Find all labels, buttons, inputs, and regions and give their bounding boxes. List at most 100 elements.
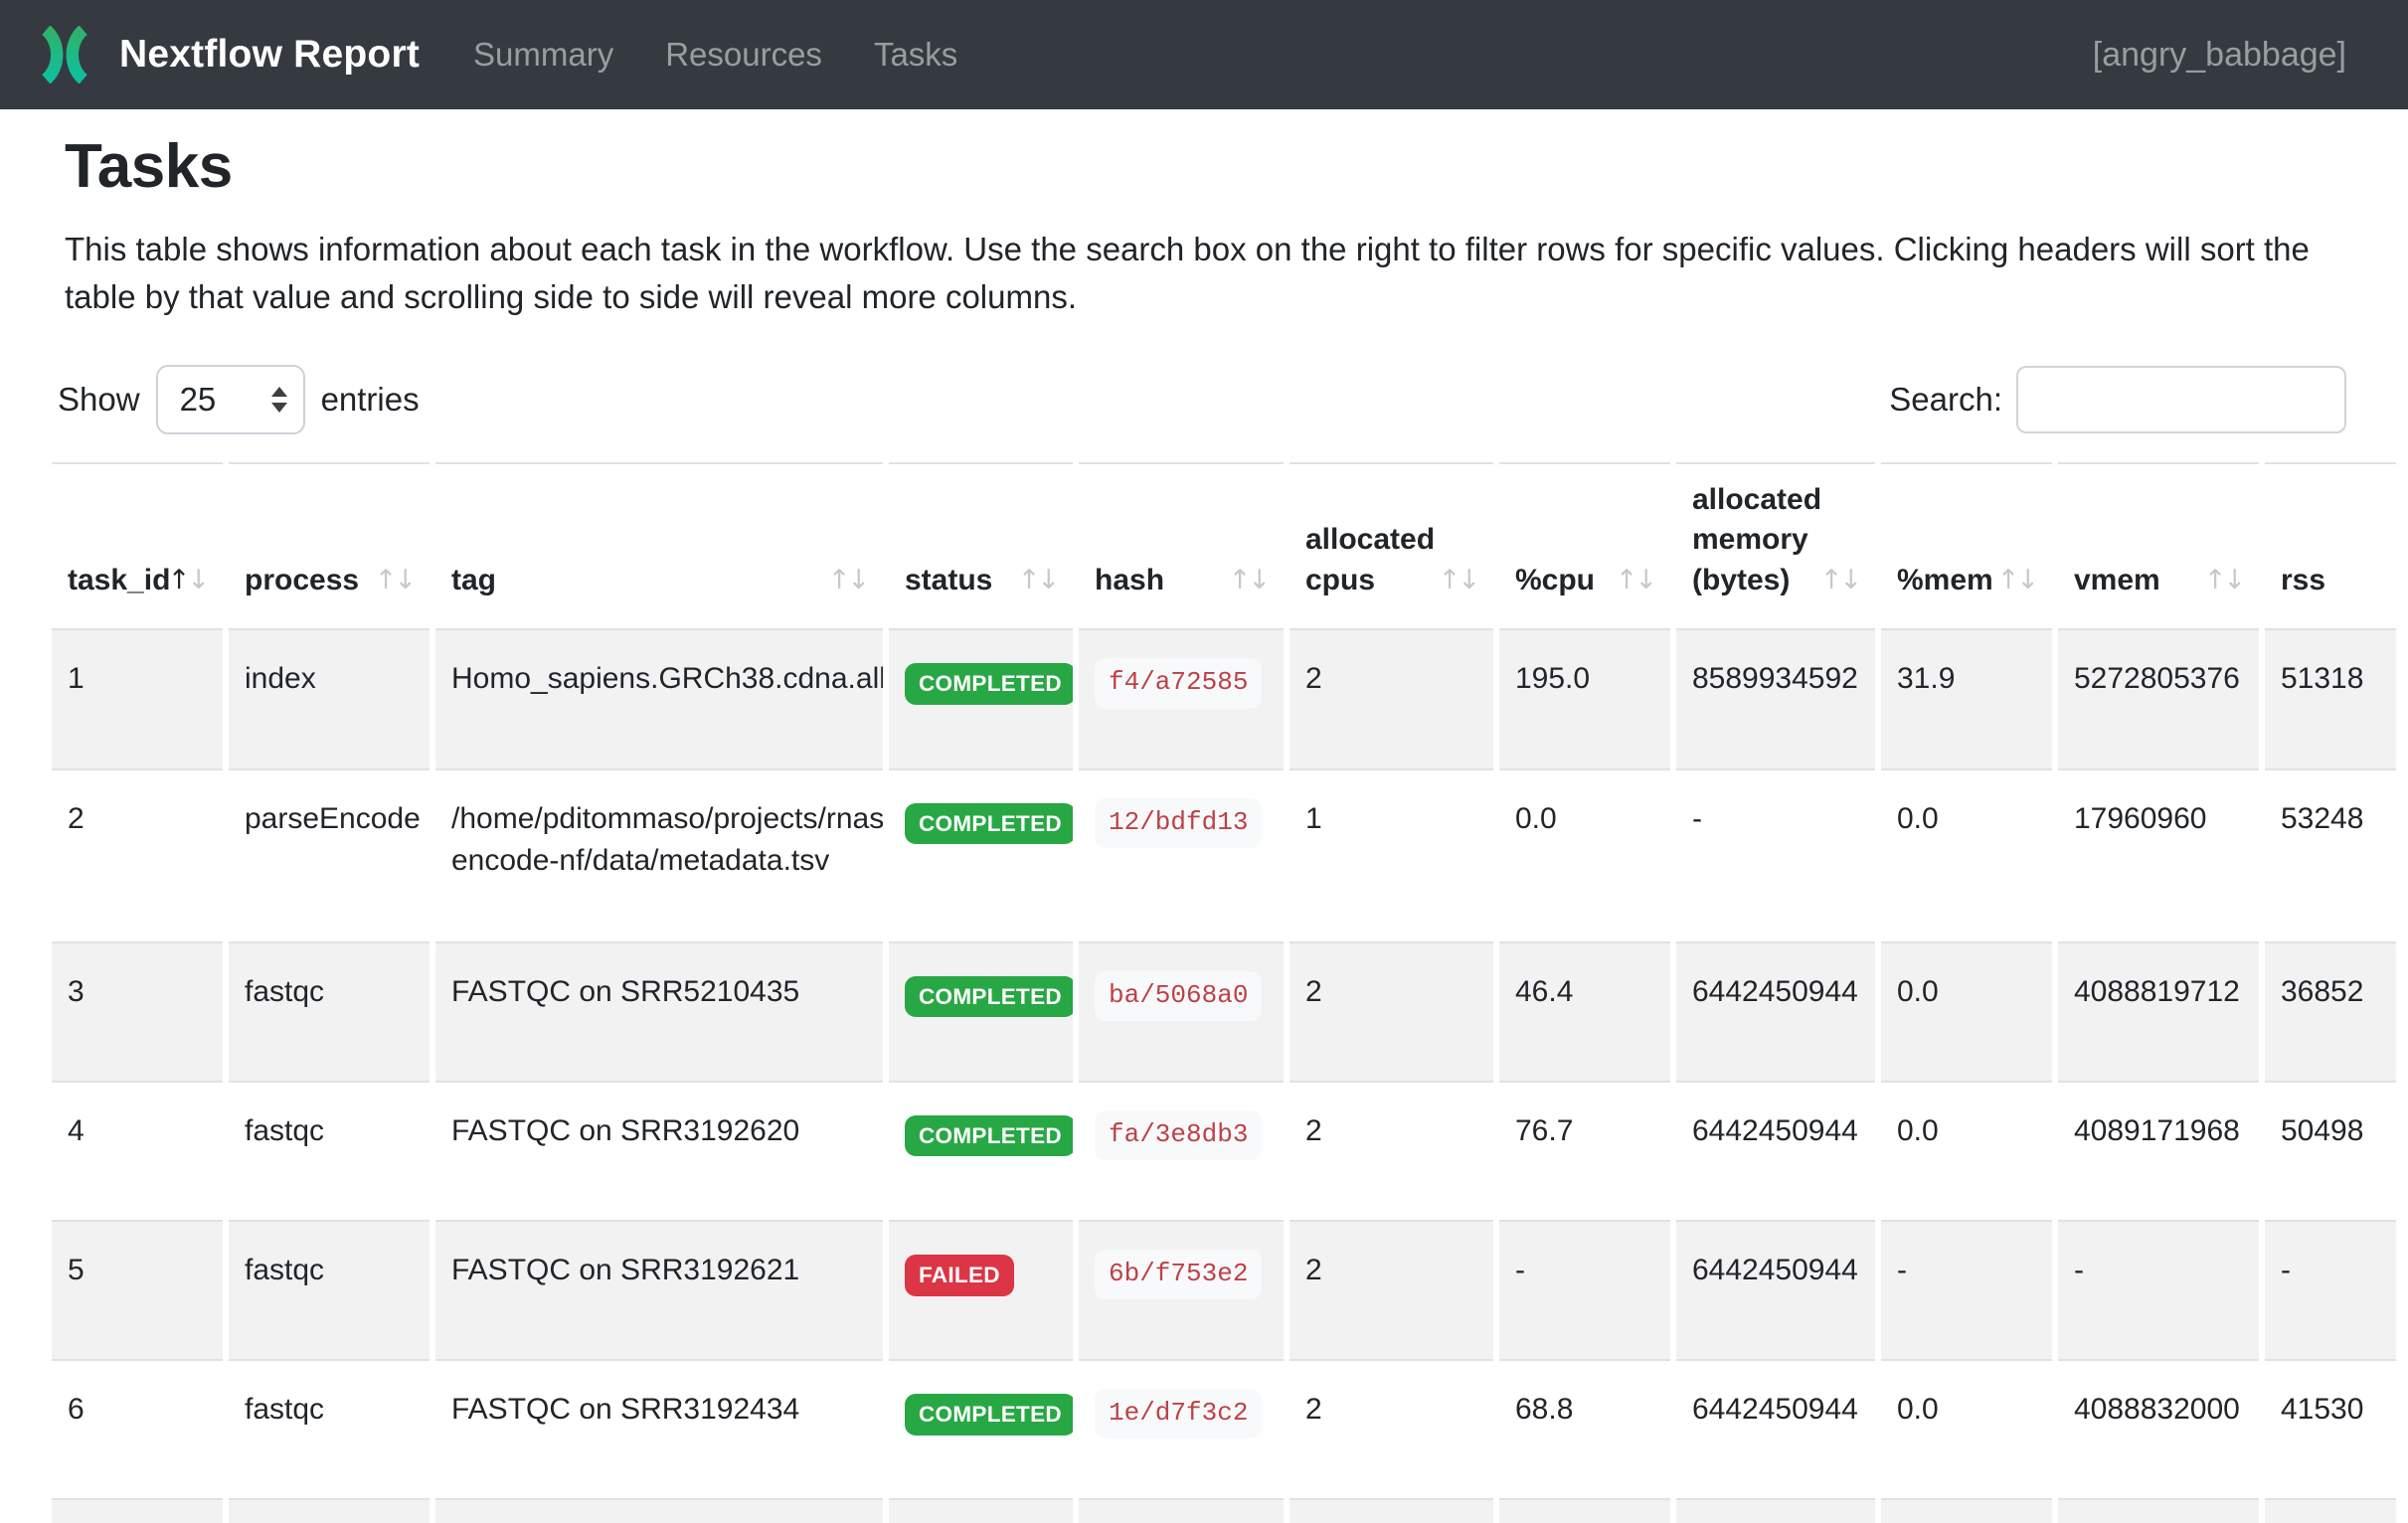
status-badge: COMPLETED [905,1115,1073,1157]
status-badge: COMPLETED [905,976,1073,1018]
navbar: Nextflow Report Summary Resources Tasks … [0,0,2408,109]
column-header-status[interactable]: status ↑↓ [889,462,1073,631]
sort-arrows-icon: ↑↓ [1820,563,1859,598]
cell-hash: 6b/f753e2 [1079,1222,1284,1361]
cell-rss: 53248 [2265,770,2396,943]
column-label: tag [451,564,496,596]
cell-allocated_memory: 6442450944 [1676,1361,1875,1500]
cell-status: COMPLETED [889,943,1073,1083]
column-header-tag[interactable]: tag ↑↓ [435,462,883,631]
cell-task_id: 3 [52,943,223,1083]
cell-status: COMPLETED [889,770,1073,943]
cell-allocated_memory: 6442450944 [1676,1222,1875,1361]
search-input[interactable] [2016,366,2346,433]
cell-tag: FASTQC on SRR3192621 [435,1222,883,1361]
cell-rss: 50498 [2265,1083,2396,1222]
column-label: task_id [68,564,170,596]
table-row: 1indexHomo_sapiens.GRCh38.cdna.all.fa.gz… [52,630,2396,769]
status-badge: FAILED [905,1255,1014,1296]
hash-code: ba/5068a0 [1095,971,1262,1021]
cell-pcpu: 70.2 [1499,1500,1670,1523]
cell-tag: Homo_sapiens.GRCh38.cdna.all.fa.gz [435,630,883,769]
cell-tag: FASTQC on SRR3192434 [435,1361,883,1500]
cell-status: COMPLETED [889,1361,1073,1500]
entries-label: entries [321,381,420,419]
search-control: Search: [1889,366,2346,433]
cell-allocated_cpus: 2 [1290,1500,1493,1523]
cell-pmem: 0.0 [1881,1083,2052,1222]
column-header-allocated_memory[interactable]: allocated memory (bytes)↑↓ [1676,462,1875,631]
table-row: 2parseEncode/home/pditommaso/projects/rn… [52,770,2396,943]
cell-pcpu: 46.4 [1499,943,1670,1083]
cell-vmem: - [2058,1222,2259,1361]
cell-process: fastqc [229,1500,430,1523]
cell-process: fastqc [229,1361,430,1500]
select-stepper-icon [271,387,287,413]
sort-arrows-icon: ↑↓ [375,563,414,598]
cell-tag: FASTQC on SRR3192620 [435,1083,883,1222]
column-header-pmem[interactable]: %mem↑↓ [1881,462,2052,631]
cell-status: COMPLETED [889,1500,1073,1523]
hash-code: 12/bdfd13 [1095,798,1262,848]
column-header-task_id[interactable]: task_id↑↓ [52,462,223,631]
column-label: rss [2281,564,2325,596]
page-title: Tasks [65,131,2408,202]
cell-task_id: 4 [52,1083,223,1222]
cell-vmem: 4088832000 [2058,1361,2259,1500]
cell-pmem: 31.9 [1881,630,2052,769]
page-length-control: Show 25 entries [58,365,420,434]
navbar-brand[interactable]: Nextflow Report [36,26,420,84]
column-header-process[interactable]: process↑↓ [229,462,430,631]
column-header-rss[interactable]: rss↑↓ [2265,462,2396,631]
cell-allocated_cpus: 1 [1290,770,1493,943]
hash-code: f4/a72585 [1095,658,1262,708]
column-label: allocated memory (bytes) [1692,483,1821,596]
table-scroll-container[interactable]: task_id↑↓process↑↓tag↑↓status↑↓hash↑↓all… [46,462,2396,1523]
column-header-hash[interactable]: hash↑↓ [1079,462,1284,631]
cell-pcpu: 0.0 [1499,770,1670,943]
cell-status: FAILED [889,1222,1073,1361]
nav-links: Summary Resources Tasks [473,36,1009,74]
cell-vmem: 4089171968 [2058,1083,2259,1222]
column-header-vmem[interactable]: vmem↑↓ [2058,462,2259,631]
cell-tag: FASTQC on SRR5210435 [435,943,883,1083]
cell-allocated_cpus: 2 [1290,1083,1493,1222]
page-length-select[interactable]: 25 [156,365,305,434]
cell-vmem: 4088819712 [2058,943,2259,1083]
nav-link-summary[interactable]: Summary [473,36,613,74]
cell-rss: 36852 [2265,943,2396,1083]
cell-pmem: 0.0 [1881,770,2052,943]
sort-arrows-icon: ↑↓ [828,563,867,598]
cell-allocated_cpus: 2 [1290,943,1493,1083]
cell-allocated_cpus: 2 [1290,630,1493,769]
column-label: status [905,564,992,596]
search-label: Search: [1889,381,2002,419]
cell-process: parseEncode [229,770,430,943]
cell-task_id: 7 [52,1500,223,1523]
cell-rss: 51318 [2265,630,2396,769]
cell-rss: - [2265,1222,2396,1361]
cell-status: COMPLETED [889,1083,1073,1222]
cell-pmem: 0.0 [1881,1500,2052,1523]
cell-process: fastqc [229,1083,430,1222]
cell-pcpu: 68.8 [1499,1361,1670,1500]
sort-arrows-icon: ↑↓ [1229,563,1268,598]
cell-task_id: 5 [52,1222,223,1361]
nav-link-tasks[interactable]: Tasks [874,36,957,74]
cell-allocated_memory: 8589934592 [1676,630,1875,769]
cell-task_id: 6 [52,1361,223,1500]
column-header-allocated_cpus[interactable]: allocated cpus↑↓ [1290,462,1493,631]
cell-hash: 1e/d7f3c2 [1079,1361,1284,1500]
sort-arrows-icon: ↑↓ [1018,563,1057,598]
cell-task_id: 1 [52,630,223,769]
main-content: Tasks This table shows information about… [0,131,2408,1523]
cell-vmem: 4031012864 [2058,1500,2259,1523]
cell-tag: FASTQC on SRR3192433 [435,1500,883,1523]
column-header-pcpu[interactable]: %cpu↑↓ [1499,462,1670,631]
sort-arrows-icon: ↑↓ [1616,563,1654,598]
cell-allocated_memory: 6442450944 [1676,943,1875,1083]
sort-arrows-icon: ↑↓ [2204,563,2243,598]
cell-hash: ba/5068a0 [1079,943,1284,1083]
nav-link-resources[interactable]: Resources [665,36,822,74]
table-row: 4fastqcFASTQC on SRR3192620COMPLETEDfa/3… [52,1083,2396,1222]
